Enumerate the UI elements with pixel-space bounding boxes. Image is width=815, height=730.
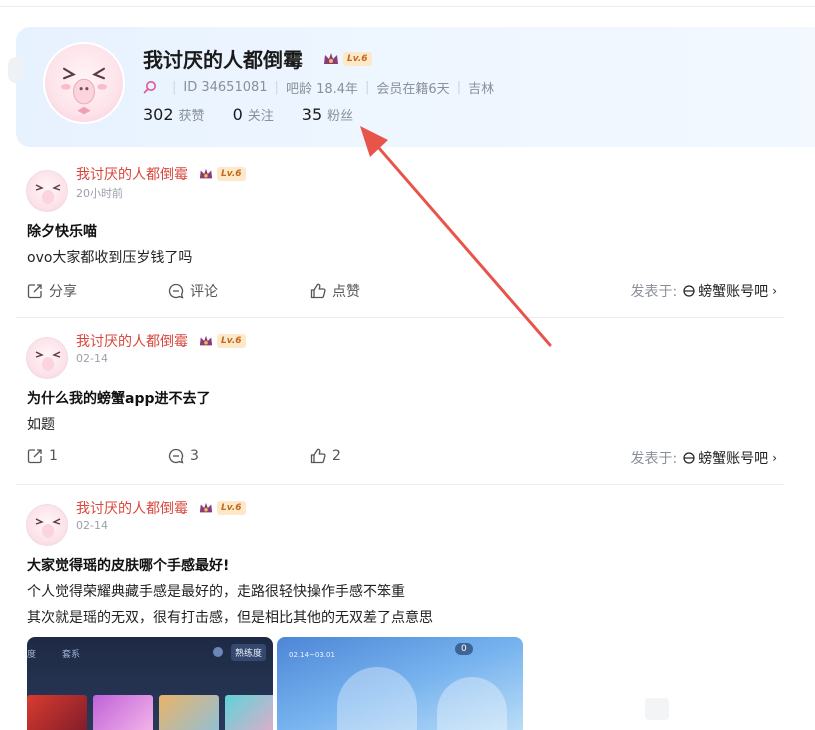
search-icon[interactable]: [143, 80, 157, 94]
bar-age: 吧龄 18.4年: [285, 81, 359, 97]
share-count: 1: [49, 448, 58, 464]
profile-username: 我讨厌的人都倒霉: [143, 48, 303, 72]
post-body-line[interactable]: 个人觉得荣耀典藏手感是最好的，走路很轻快操作手感不笨重: [27, 581, 405, 601]
stat-following[interactable]: 0 关注: [233, 105, 274, 124]
share-button[interactable]: 分享: [27, 281, 77, 301]
side-handle: [8, 57, 24, 83]
image-counter: 0: [455, 643, 473, 655]
post-body-line[interactable]: 其次就是瑶的无双，很有打击感，但是相比其他的无双差了点意思: [27, 607, 433, 627]
comment-button[interactable]: 评论: [168, 281, 218, 301]
post-item: 我讨厌的人都倒霉 Lv.6 02-14 为什么我的螃蟹app进不去了 如题 1 …: [16, 327, 784, 485]
image-badge: 熟练度: [231, 644, 267, 661]
avatar[interactable]: [26, 170, 68, 212]
post-time: 02-14: [76, 519, 108, 532]
stat-label: 粉丝: [327, 109, 354, 124]
crown-icon: [199, 335, 213, 346]
level-badge: Lv.6: [217, 334, 246, 348]
posted-in-label: 发表于:: [630, 451, 678, 467]
crown-icon: [199, 168, 213, 179]
avatar[interactable]: [43, 42, 125, 124]
post-title[interactable]: 为什么我的螃蟹app进不去了: [27, 388, 211, 408]
comment-icon: [168, 448, 184, 464]
share-label: 分享: [49, 284, 77, 300]
thumbs-up-icon: [310, 448, 326, 464]
image-shape: [437, 677, 507, 730]
post-author[interactable]: 我讨厌的人都倒霉: [76, 498, 188, 518]
skin-card: [159, 695, 219, 730]
post-title[interactable]: 大家觉得瑶的皮肤哪个手感最好!: [27, 555, 229, 575]
level-badge: Lv.6: [217, 167, 246, 181]
image-icon: [213, 647, 223, 657]
post-body[interactable]: ovo大家都收到压岁钱了吗: [27, 247, 192, 267]
skin-card: [27, 695, 87, 730]
divider: |: [456, 79, 462, 95]
share-button[interactable]: 1: [27, 448, 58, 464]
location: 吉林: [468, 81, 495, 97]
post-body[interactable]: 如题: [27, 414, 55, 434]
profile-header: 我讨厌的人都倒霉 Lv.6 | ID 34651081 | 吧龄 18.4年 |…: [8, 27, 815, 147]
forum-icon: [683, 452, 695, 464]
like-label: 点赞: [332, 284, 360, 300]
post-time: 02-14: [76, 352, 108, 365]
stat-likes[interactable]: 302 获赞: [143, 105, 205, 124]
crown-icon: [324, 53, 338, 64]
forum-link[interactable]: 螃蟹账号吧 ›: [683, 281, 777, 301]
image-date: 02.14~03.01: [289, 651, 335, 659]
like-button[interactable]: 点赞: [310, 281, 360, 301]
chevron-right-icon: ›: [772, 284, 777, 298]
skin-card: [225, 695, 273, 730]
post-image[interactable]: 02.14~03.01 0: [277, 637, 523, 730]
post-actions: 分享 评论 点赞 发表于: 螃蟹账号吧 ›: [27, 281, 777, 301]
level-badge: Lv.6: [217, 501, 246, 515]
thumbs-up-icon: [310, 283, 326, 299]
like-button[interactable]: 2: [310, 448, 341, 464]
chevron-right-icon: ›: [772, 451, 777, 465]
skin-card: [93, 695, 153, 730]
divider: |: [274, 79, 279, 95]
posted-in: 发表于: 螃蟹账号吧 ›: [630, 448, 777, 468]
post-image[interactable]: 度 套系 熟练度: [27, 637, 273, 730]
post-title[interactable]: 除夕快乐喵: [27, 221, 97, 241]
stat-number: 35: [301, 105, 323, 124]
share-icon: [27, 284, 42, 299]
user-id: ID 34651081: [183, 79, 268, 95]
forum-name: 螃蟹账号吧: [698, 284, 769, 300]
post-time: 20小时前: [76, 187, 123, 200]
stat-label: 关注: [247, 109, 274, 124]
stat-number: 0: [232, 105, 243, 124]
comment-button[interactable]: 3: [168, 448, 199, 464]
post-author[interactable]: 我讨厌的人都倒霉: [76, 164, 188, 184]
divider: |: [365, 79, 370, 95]
image-tab: 度: [27, 650, 37, 660]
forum-link[interactable]: 螃蟹账号吧 ›: [683, 448, 777, 468]
share-icon: [27, 449, 42, 464]
comment-label: 评论: [190, 284, 218, 300]
forum-icon: [683, 285, 695, 297]
divider: |: [172, 79, 177, 95]
posted-in-label: 发表于:: [630, 284, 678, 300]
comment-count: 3: [190, 448, 199, 464]
image-tab: 套系: [62, 650, 81, 660]
scroll-top-button[interactable]: [645, 698, 669, 720]
crown-icon: [199, 502, 213, 513]
posted-in: 发表于: 螃蟹账号吧 ›: [630, 281, 777, 301]
avatar[interactable]: [26, 337, 68, 379]
post-author[interactable]: 我讨厌的人都倒霉: [76, 331, 188, 351]
like-count: 2: [332, 448, 341, 464]
post-actions: 1 3 2 发表于: 螃蟹账号吧 ›: [27, 448, 777, 468]
stat-label: 获赞: [178, 109, 205, 124]
stat-followers[interactable]: 35 粉丝: [302, 105, 353, 124]
membership-duration: 会员在籍6天: [376, 81, 450, 97]
top-divider: [0, 0, 815, 7]
post-item: 我讨厌的人都倒霉 Lv.6 20小时前 除夕快乐喵 ovo大家都收到压岁钱了吗 …: [16, 160, 784, 318]
profile-meta: | ID 34651081 | 吧龄 18.4年 | 会员在籍6天 | 吉林: [143, 78, 495, 97]
comment-icon: [168, 283, 184, 299]
profile-stats: 302 获赞 0 关注 35 粉丝: [143, 105, 381, 124]
forum-name: 螃蟹账号吧: [698, 451, 769, 467]
image-shape: [337, 667, 417, 730]
level-badge: Lv.6: [343, 52, 372, 66]
avatar[interactable]: [26, 504, 68, 546]
stat-number: 302: [143, 105, 174, 124]
